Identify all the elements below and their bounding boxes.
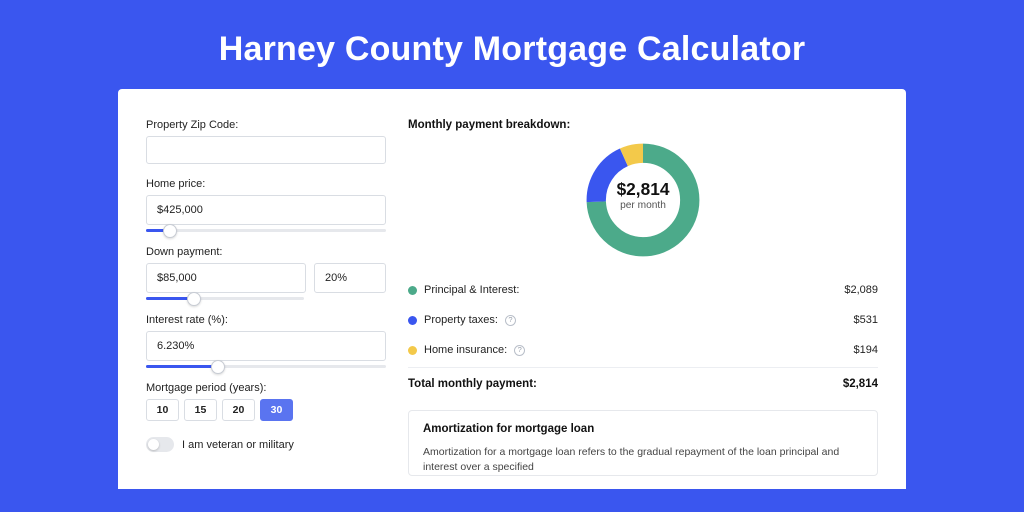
amortization-card: Amortization for mortgage loan Amortizat… [408,410,878,476]
home-price-field: Home price: [146,178,386,232]
veteran-row: I am veteran or military [146,437,386,452]
period-option-10[interactable]: 10 [146,399,179,421]
down-payment-label: Down payment: [146,246,386,258]
form-column: Property Zip Code: Home price: Down paym… [146,119,386,489]
dot-icon [408,316,417,325]
slider-thumb[interactable] [211,360,225,374]
legend-label: Property taxes: [424,314,498,326]
interest-rate-slider[interactable] [146,365,386,368]
amortization-title: Amortization for mortgage loan [423,423,863,435]
slider-thumb[interactable] [163,224,177,238]
page-title: Harney County Mortgage Calculator [0,0,1024,89]
legend-row-home-insurance: Home insurance: ? $194 [408,335,878,365]
donut-center-amount: $2,814 [602,180,683,200]
total-row: Total monthly payment: $2,814 [408,368,878,404]
legend-row-property-taxes: Property taxes: ? $531 [408,305,878,335]
period-options: 10 15 20 30 [146,399,386,421]
mortgage-period-label: Mortgage period (years): [146,382,386,394]
breakdown-title: Monthly payment breakdown: [408,119,878,131]
down-payment-percent-input[interactable] [314,263,386,293]
total-value: $2,814 [843,378,878,390]
info-icon[interactable]: ? [505,315,516,326]
legend-row-principal-interest: Principal & Interest: $2,089 [408,275,878,305]
dot-icon [408,346,417,355]
down-payment-field: Down payment: [146,246,386,300]
home-price-input[interactable] [146,195,386,225]
legend-label: Home insurance: [424,344,507,356]
donut-chart: $2,814 per month [408,139,878,261]
interest-rate-input[interactable] [146,331,386,361]
down-payment-amount-input[interactable] [146,263,306,293]
calculator-card: Property Zip Code: Home price: Down paym… [118,89,906,489]
legend-value: $2,089 [844,284,878,296]
info-icon[interactable]: ? [514,345,525,356]
slider-thumb[interactable] [187,292,201,306]
veteran-toggle[interactable] [146,437,174,452]
amortization-text: Amortization for a mortgage loan refers … [423,445,863,475]
veteran-label: I am veteran or military [182,439,294,451]
zip-input[interactable] [146,136,386,164]
zip-field: Property Zip Code: [146,119,386,164]
breakdown-legend: Principal & Interest: $2,089 Property ta… [408,275,878,404]
home-price-slider[interactable] [146,229,386,232]
legend-value: $194 [854,344,878,356]
zip-label: Property Zip Code: [146,119,386,131]
home-price-label: Home price: [146,178,386,190]
down-payment-slider[interactable] [146,297,304,300]
period-option-20[interactable]: 20 [222,399,255,421]
legend-label: Principal & Interest: [424,284,519,296]
interest-rate-label: Interest rate (%): [146,314,386,326]
period-option-15[interactable]: 15 [184,399,217,421]
legend-value: $531 [854,314,878,326]
mortgage-period-field: Mortgage period (years): 10 15 20 30 [146,382,386,421]
results-column: Monthly payment breakdown: $2,814 per mo… [408,119,878,489]
dot-icon [408,286,417,295]
period-option-30[interactable]: 30 [260,399,293,421]
interest-rate-field: Interest rate (%): [146,314,386,368]
total-label: Total monthly payment: [408,378,537,390]
donut-svg: $2,814 per month [582,139,704,261]
donut-center-caption: per month [602,200,683,211]
